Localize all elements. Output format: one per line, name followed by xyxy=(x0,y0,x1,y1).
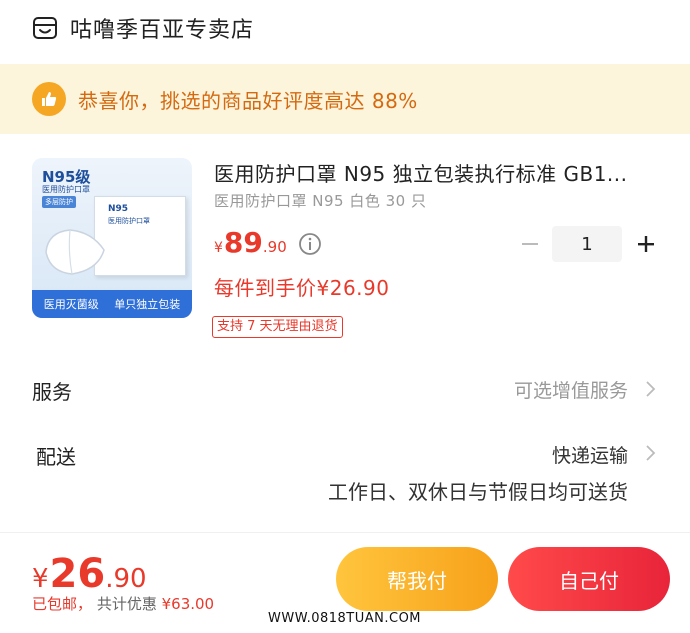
delivery-label: 配送 xyxy=(36,445,76,469)
product-price: ¥ 89 .90 xyxy=(214,226,287,259)
notice-text: 恭喜你，挑选的商品好评度高达 88% xyxy=(78,88,418,113)
product-spec[interactable]: 医用防护口罩 N95 白色 30 只 xyxy=(214,190,426,211)
service-label: 服务 xyxy=(32,380,72,404)
product-item: N95级 医用防护口罩 多层防护 N95 医用防护口罩 医用灭菌级 单只独立包装… xyxy=(0,134,690,344)
store-icon xyxy=(33,17,57,39)
chevron-right-icon[interactable] xyxy=(644,380,656,398)
price-decimal: .90 xyxy=(262,238,287,256)
quantity-decrease-button[interactable] xyxy=(518,232,542,256)
each-price: 每件到手价¥26.90 xyxy=(214,276,390,300)
pay-myself-button[interactable]: 自己付 xyxy=(508,547,670,611)
image-box-sub: 医用防护口罩 xyxy=(108,217,150,225)
store-name[interactable]: 咕噜季百亚专卖店 xyxy=(70,12,254,44)
summary-separator: ， xyxy=(77,595,93,613)
plus-icon xyxy=(638,236,654,252)
total-price: ¥ 26 .90 xyxy=(32,551,147,597)
service-value[interactable]: 可选增值服务 xyxy=(514,376,628,403)
info-icon[interactable] xyxy=(298,232,322,256)
product-title[interactable]: 医用防护口罩 N95 独立包装执行标准 GB1... xyxy=(214,158,662,187)
store-header[interactable]: 咕噜季百亚专卖店 xyxy=(0,0,690,56)
thumbs-up-icon xyxy=(32,82,66,116)
total-integer: 26 xyxy=(49,551,106,597)
image-badge-sub: 医用防护口罩 xyxy=(42,185,90,194)
image-bar: 医用灭菌级 单只独立包装 xyxy=(32,290,192,318)
free-shipping-label: 已包邮 xyxy=(32,595,78,613)
price-summary: 已包邮， 共计优惠 ¥63.00 xyxy=(32,593,214,614)
image-tag: 多层防护 xyxy=(42,196,76,208)
discount-value: ¥63.00 xyxy=(161,595,215,613)
delivery-schedule: 工作日、双休日与节假日均可送货 xyxy=(328,480,628,504)
mask-illustration xyxy=(45,229,105,275)
return-policy-badge: 支持 7 天无理由退货 xyxy=(212,316,343,338)
total-decimal: .90 xyxy=(105,564,147,594)
quantity-input[interactable]: 1 xyxy=(552,226,622,262)
checkout-bar: ¥ 26 .90 已包邮， 共计优惠 ¥63.00 帮我付 自己付 WWW.08… xyxy=(0,532,690,633)
product-image[interactable]: N95级 医用防护口罩 多层防护 N95 医用防护口罩 医用灭菌级 单只独立包装 xyxy=(32,158,192,318)
minus-icon xyxy=(522,243,538,245)
image-bar-left: 医用灭菌级 xyxy=(43,298,99,311)
delivery-value[interactable]: 快递运输 xyxy=(552,441,628,468)
quantity-increase-button[interactable] xyxy=(634,232,658,256)
image-bar-right: 单只独立包装 xyxy=(114,298,181,311)
total-currency: ¥ xyxy=(32,564,49,594)
chevron-right-icon[interactable] xyxy=(644,444,656,462)
help-me-pay-button[interactable]: 帮我付 xyxy=(336,547,498,611)
discount-label: 共计优惠 xyxy=(96,595,157,613)
price-integer: 89 xyxy=(223,226,263,259)
rating-notice: 恭喜你，挑选的商品好评度高达 88% xyxy=(0,64,690,134)
image-box-title: N95 xyxy=(108,204,129,214)
watermark: WWW.0818TUAN.COM xyxy=(268,611,422,626)
price-currency: ¥ xyxy=(214,240,223,256)
